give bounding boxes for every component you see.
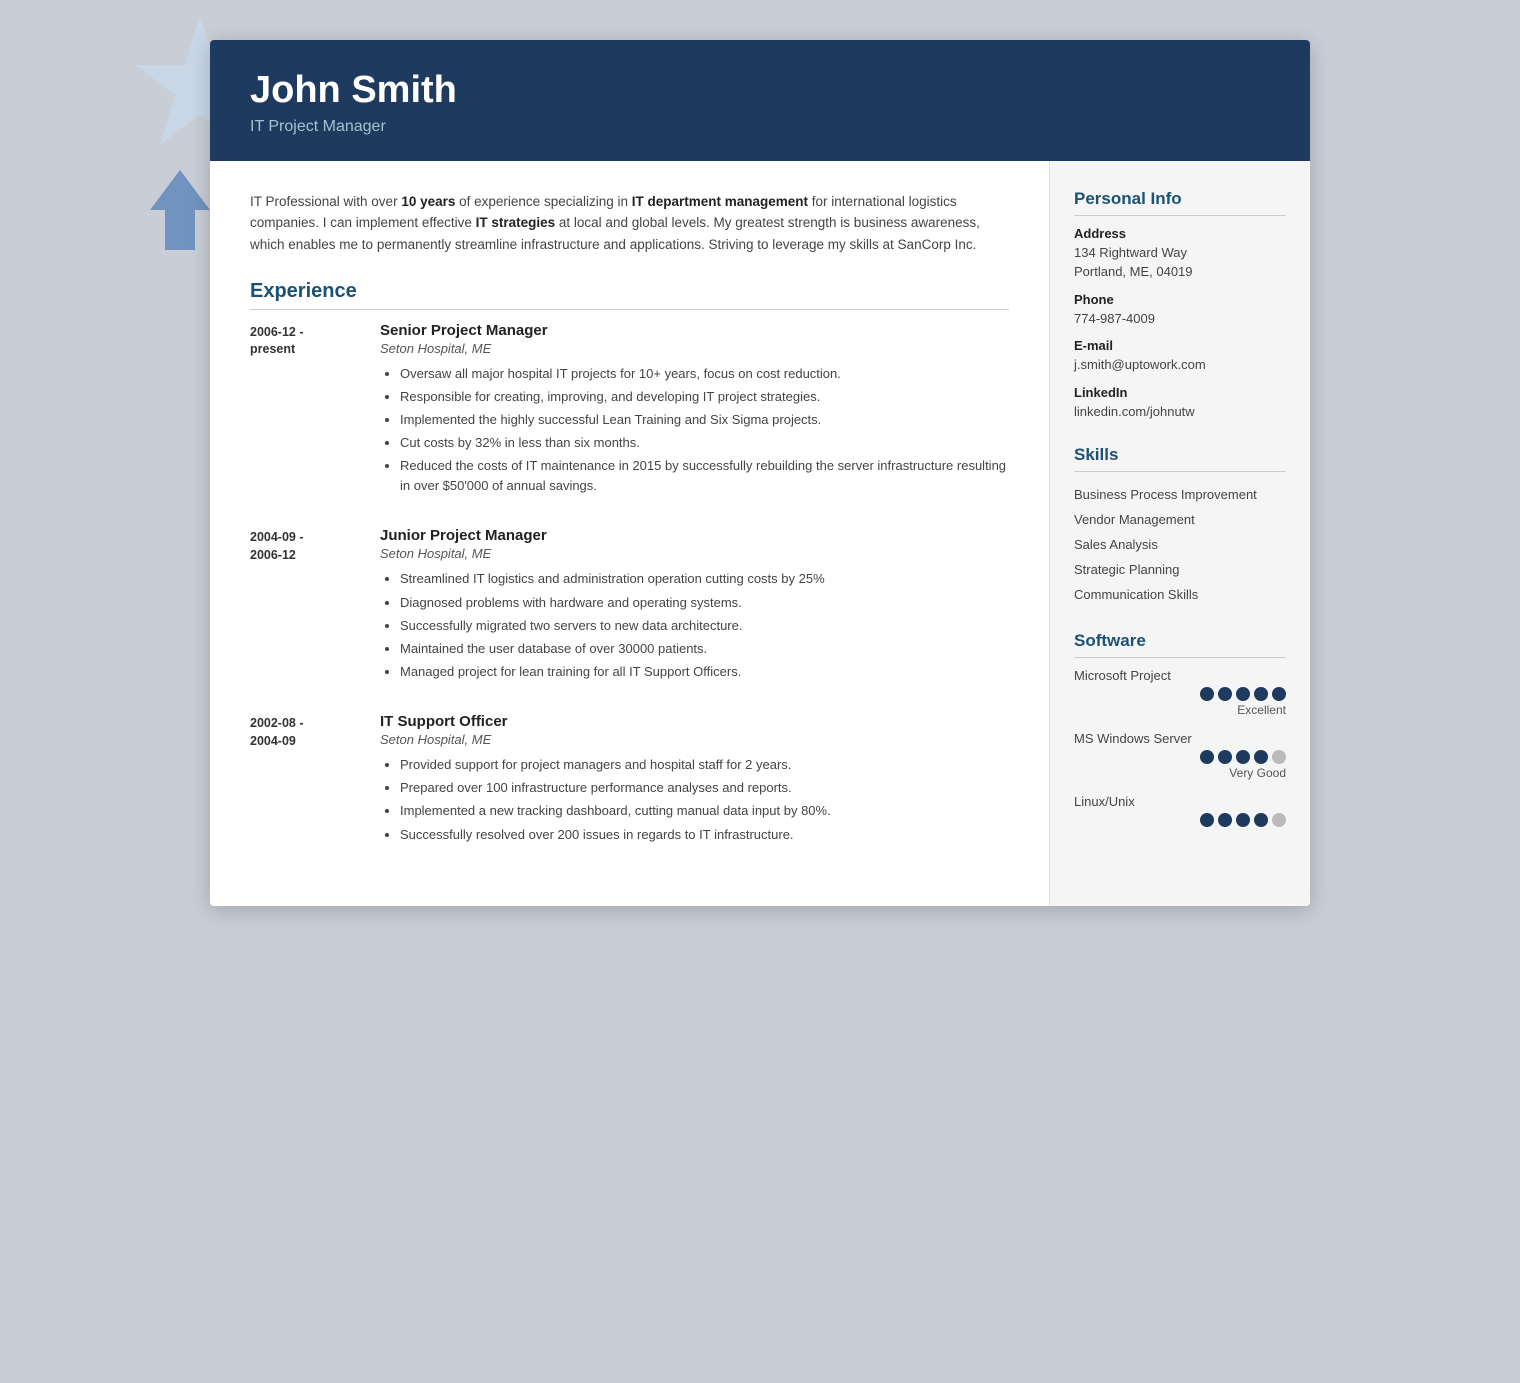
dot-filled (1272, 687, 1286, 701)
experience-item: 2004-09 -2006-12 Junior Project Manager Se… (250, 527, 1009, 685)
exp-job-title: Junior Project Manager (380, 527, 1009, 544)
exp-date: 2004-09 -2006-12 (250, 527, 360, 685)
summary-text: IT Professional with over 10 years of ex… (250, 191, 1009, 256)
software-name: Linux/Unix (1074, 794, 1286, 809)
software-rating: Very Good (1074, 750, 1286, 780)
dot-filled (1200, 687, 1214, 701)
exp-bullet-item: Diagnosed problems with hardware and ope… (400, 593, 1009, 613)
exp-bullet-item: Responsible for creating, improving, and… (400, 387, 1009, 407)
candidate-title: IT Project Manager (250, 118, 1270, 136)
experience-section-title: Experience (250, 280, 1009, 310)
exp-bullet-item: Successfully resolved over 200 issues in… (400, 825, 1009, 845)
dot-filled (1218, 687, 1232, 701)
linkedin-value: linkedin.com/johnutw (1074, 402, 1286, 422)
personal-info-title: Personal Info (1074, 189, 1286, 216)
dot-filled (1236, 687, 1250, 701)
exp-bullet-item: Implemented the highly successful Lean T… (400, 410, 1009, 430)
software-name: Microsoft Project (1074, 668, 1286, 683)
candidate-name: John Smith (250, 70, 1270, 112)
software-rating-label: Very Good (1229, 766, 1286, 780)
dot-filled (1200, 813, 1214, 827)
resume-card: John Smith IT Project Manager IT Profess… (210, 40, 1310, 906)
exp-bullets: Provided support for project managers an… (380, 755, 1009, 845)
exp-details: Junior Project Manager Seton Hospital, ME… (380, 527, 1009, 685)
exp-bullet-item: Prepared over 100 infrastructure perform… (400, 778, 1009, 798)
dot-filled (1236, 750, 1250, 764)
dot-empty (1272, 813, 1286, 827)
skill-item: Communication Skills (1074, 582, 1286, 607)
main-content: IT Professional with over 10 years of ex… (210, 161, 1050, 906)
dot-filled (1218, 813, 1232, 827)
software-dots (1200, 687, 1286, 701)
exp-bullets: Streamlined IT logistics and administrat… (380, 569, 1009, 682)
linkedin-label: LinkedIn (1074, 385, 1286, 400)
software-rating: Excellent (1074, 687, 1286, 717)
address-label: Address (1074, 226, 1286, 241)
skill-item: Vendor Management (1074, 507, 1286, 532)
exp-bullet-item: Provided support for project managers an… (400, 755, 1009, 775)
dot-filled (1254, 687, 1268, 701)
exp-bullet-item: Maintained the user database of over 300… (400, 639, 1009, 659)
exp-bullet-item: Successfully migrated two servers to new… (400, 616, 1009, 636)
resume-header: John Smith IT Project Manager (210, 40, 1310, 161)
software-item: Linux/Unix (1074, 794, 1286, 827)
exp-bullet-item: Managed project for lean training for al… (400, 662, 1009, 682)
experience-item: 2002-08 -2004-09 IT Support Officer Seton … (250, 713, 1009, 848)
software-dots (1200, 750, 1286, 764)
exp-details: IT Support Officer Seton Hospital, ME Prov… (380, 713, 1009, 848)
experience-items-container: 2006-12 -presentSenior Project ManagerSe… (250, 322, 1009, 848)
skills-title: Skills (1074, 445, 1286, 472)
phone-label: Phone (1074, 292, 1286, 307)
exp-bullet-item: Cut costs by 32% in less than six months… (400, 433, 1009, 453)
software-item: Microsoft Project Excellent (1074, 668, 1286, 717)
decorative-arrow (150, 170, 210, 250)
email-value: j.smith@uptowork.com (1074, 355, 1286, 375)
sidebar: Personal Info Address 134 Rightward Way … (1050, 161, 1310, 906)
resume-body: IT Professional with over 10 years of ex… (210, 161, 1310, 906)
dot-filled (1236, 813, 1250, 827)
exp-date: 2006-12 -present (250, 322, 360, 500)
dot-filled (1218, 750, 1232, 764)
software-section: Software Microsoft Project Excellent MS Wi… (1074, 631, 1286, 827)
exp-bullet-item: Streamlined IT logistics and administrat… (400, 569, 1009, 589)
skills-section: Skills Business Process ImprovementVendo… (1074, 445, 1286, 607)
exp-bullet-item: Implemented a new tracking dashboard, cu… (400, 801, 1009, 821)
software-item: MS Windows Server Very Good (1074, 731, 1286, 780)
dot-empty (1272, 750, 1286, 764)
software-container: Microsoft Project Excellent MS Windows Ser… (1074, 668, 1286, 827)
exp-job-title: IT Support Officer (380, 713, 1009, 730)
skill-item: Strategic Planning (1074, 557, 1286, 582)
software-dots (1200, 813, 1286, 827)
exp-company: Seton Hospital, ME (380, 732, 1009, 747)
software-rating (1074, 813, 1286, 827)
email-label: E-mail (1074, 338, 1286, 353)
dot-filled (1254, 750, 1268, 764)
experience-section: Experience 2006-12 -presentSenior Projec… (250, 280, 1009, 848)
experience-item: 2006-12 -presentSenior Project ManagerSe… (250, 322, 1009, 500)
address-line2: Portland, ME, 04019 (1074, 262, 1286, 282)
dot-filled (1200, 750, 1214, 764)
exp-company: Seton Hospital, ME (380, 341, 1009, 356)
exp-bullets: Oversaw all major hospital IT projects f… (380, 364, 1009, 497)
page-wrapper: John Smith IT Project Manager IT Profess… (210, 40, 1310, 906)
exp-bullet-item: Reduced the costs of IT maintenance in 2… (400, 456, 1009, 496)
software-title: Software (1074, 631, 1286, 658)
software-name: MS Windows Server (1074, 731, 1286, 746)
skill-item: Sales Analysis (1074, 532, 1286, 557)
exp-bullet-item: Oversaw all major hospital IT projects f… (400, 364, 1009, 384)
address-line1: 134 Rightward Way (1074, 243, 1286, 263)
exp-details: Senior Project Manager Seton Hospital, ME… (380, 322, 1009, 500)
software-rating-label: Excellent (1237, 703, 1286, 717)
dot-filled (1254, 813, 1268, 827)
phone-value: 774-987-4009 (1074, 309, 1286, 329)
personal-info-section: Personal Info Address 134 Rightward Way … (1074, 189, 1286, 422)
exp-job-title: Senior Project Manager (380, 322, 1009, 339)
skills-container: Business Process ImprovementVendor Manag… (1074, 482, 1286, 607)
exp-date: 2002-08 -2004-09 (250, 713, 360, 848)
exp-company: Seton Hospital, ME (380, 546, 1009, 561)
skill-item: Business Process Improvement (1074, 482, 1286, 507)
